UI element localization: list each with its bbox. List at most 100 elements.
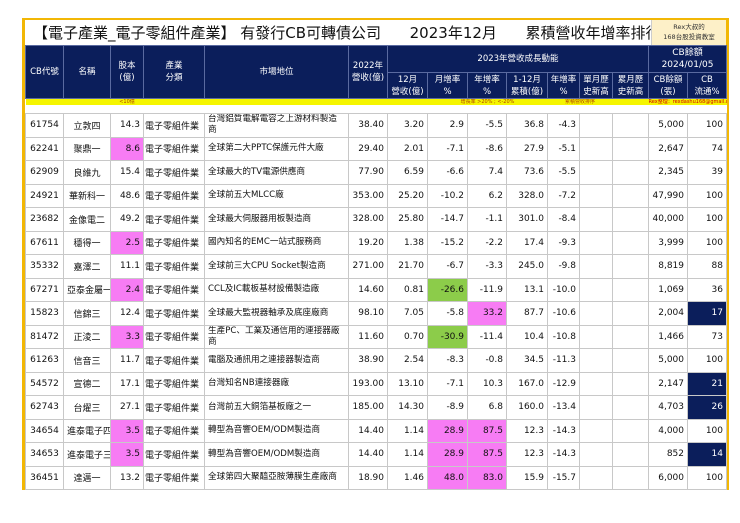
revenue-2022-cell: 19.20 xyxy=(348,230,388,255)
revenue-2022-cell: 29.40 xyxy=(348,136,388,161)
mom-growth-cell: 28.9 xyxy=(427,442,468,467)
table-row: 67611 穩得一 2.5 電子零組件業 國內知名的EMC一站式服務商 19.20 1.38… xyxy=(25,230,727,255)
yoy-growth-cell: 10.3 xyxy=(467,371,507,396)
cb-float-cell: 100 xyxy=(687,418,727,443)
cum-yoy-growth-cell: -14.3 xyxy=(547,418,580,443)
market-position-cell: 台灣鋁質電解電容之上游材料製造商 xyxy=(204,113,349,138)
market-position-cell: 全球第二大PPTC保護元件大廠 xyxy=(204,136,349,161)
note-contact: Rex整理：rexdashu168@gmail.com xyxy=(648,98,727,105)
cum-revenue-cell: 160.0 xyxy=(506,395,548,420)
author-line2: 168台股投資教室 xyxy=(663,33,715,41)
industry-cell: 電子零組件業 xyxy=(143,465,205,490)
dec-revenue-cell: 1.14 xyxy=(387,442,428,467)
table-row: 54572 宣德二 17.1 電子零組件業 台灣知名NB連接器廠 193.00 13.10-… xyxy=(25,371,727,396)
cb-balance-cell: 40,000 xyxy=(648,207,688,232)
yoy-growth-cell: 6.8 xyxy=(467,395,507,420)
capital-cell: 15.4 xyxy=(110,160,144,185)
market-position-cell: 國內知名的EMC一站式服務商 xyxy=(204,230,349,255)
yoy-growth-cell: 87.5 xyxy=(467,418,507,443)
revenue-2022-cell: 14.40 xyxy=(348,418,388,443)
yoy-growth-cell: 33.2 xyxy=(467,301,507,326)
name-cell: 信音三 xyxy=(63,348,111,373)
cum-month-high-cell xyxy=(612,324,649,349)
revenue-2022-cell: 193.00 xyxy=(348,371,388,396)
single-month-high-cell xyxy=(579,348,613,373)
cum-revenue-cell: 12.3 xyxy=(506,442,548,467)
page-title: 【電子產業_電子零組件產業】 有發行CB可轉債公司 2023年12月 累積營收年… xyxy=(33,24,661,42)
header-cb-float: CB 流通% xyxy=(687,72,727,99)
cb-balance-cell: 2,345 xyxy=(648,160,688,185)
cb-balance-cell: 5,000 xyxy=(648,113,688,138)
market-position-cell: 台灣知名NB連接器廠 xyxy=(204,371,349,396)
capital-cell: 17.1 xyxy=(110,371,144,396)
name-cell: 良維九 xyxy=(63,160,111,185)
single-month-high-cell xyxy=(579,277,613,302)
cum-month-high-cell xyxy=(612,371,649,396)
cum-month-high-cell xyxy=(612,442,649,467)
mom-growth-cell: -7.1 xyxy=(427,136,468,161)
industry-cell: 電子零組件業 xyxy=(143,183,205,208)
table-row: 61263 信音三 11.7 電子零組件業 電腦及通訊用之連接器製造商 38.90 2.54… xyxy=(25,348,727,373)
name-cell: 信錦三 xyxy=(63,301,111,326)
yoy-growth-cell: -5.5 xyxy=(467,113,507,138)
single-month-high-cell xyxy=(579,465,613,490)
cb-float-cell: 17 xyxy=(687,301,727,326)
cum-revenue-cell: 17.4 xyxy=(506,230,548,255)
table-row: 67271 亞泰金屬一 2.4 電子零組件業 CCL及IC載板基材設備製造廠 14.60 0… xyxy=(25,277,727,302)
table-row: 62743 台燿三 27.1 電子零組件業 台灣前五大銅箔基板廠之一 185.00 14.3… xyxy=(25,395,727,420)
mom-growth-cell: -26.6 xyxy=(427,277,468,302)
header-dec-revenue: 12月 營收(億) xyxy=(387,72,428,99)
cum-revenue-cell: 245.0 xyxy=(506,254,548,279)
cum-revenue-cell: 301.0 xyxy=(506,207,548,232)
yoy-growth-cell: 87.5 xyxy=(467,442,507,467)
single-month-high-cell xyxy=(579,230,613,255)
single-month-high-cell xyxy=(579,418,613,443)
cb-code-cell: 81472 xyxy=(25,324,64,349)
cb-balance-cell: 852 xyxy=(648,442,688,467)
cb-code-cell: 34654 xyxy=(25,418,64,443)
header-cum-revenue: 1-12月 累積(億) xyxy=(506,72,548,99)
table-row: 62241 聚鼎一 8.6 電子零組件業 全球第二大PPTC保護元件大廠 29.40 2.0… xyxy=(25,136,727,161)
cb-code-cell: 62241 xyxy=(25,136,64,161)
table-row: 15823 信錦三 12.4 電子零組件業 全球最大監視器軸承及底座廠商 98.10 7.0… xyxy=(25,301,727,326)
industry-cell: 電子零組件業 xyxy=(143,418,205,443)
name-cell: 嘉澤二 xyxy=(63,254,111,279)
cum-revenue-cell: 12.3 xyxy=(506,418,548,443)
table-row: 34654 進泰電子四 3.5 電子零組件業 轉型為音響OEM/ODM製造商 14.40 1… xyxy=(25,418,727,443)
single-month-high-cell xyxy=(579,395,613,420)
cb-balance-cell: 2,004 xyxy=(648,301,688,326)
single-month-high-cell xyxy=(579,371,613,396)
single-month-high-cell xyxy=(579,442,613,467)
revenue-2022-cell: 77.90 xyxy=(348,160,388,185)
author-badge: Rex大叔的 168台股投資教室 xyxy=(651,20,726,45)
cum-revenue-cell: 34.5 xyxy=(506,348,548,373)
dec-revenue-cell: 14.30 xyxy=(387,395,428,420)
cb-float-cell: 21 xyxy=(687,371,727,396)
market-position-cell: CCL及IC載板基材設備製造廠 xyxy=(204,277,349,302)
revenue-2022-cell: 271.00 xyxy=(348,254,388,279)
mom-growth-cell: -14.7 xyxy=(427,207,468,232)
cb-balance-cell: 47,990 xyxy=(648,183,688,208)
dec-revenue-cell: 1.46 xyxy=(387,465,428,490)
header-cum-month-high: 累月歷 史新高 xyxy=(612,72,649,99)
cb-balance-cell: 3,999 xyxy=(648,230,688,255)
cb-float-cell: 100 xyxy=(687,207,727,232)
table-row: 35332 嘉澤二 11.1 電子零組件業 全球前三大CPU Socket製造商 271.… xyxy=(25,254,727,279)
dec-revenue-cell: 2.54 xyxy=(387,348,428,373)
cb-balance-cell: 6,000 xyxy=(648,465,688,490)
dec-revenue-cell: 7.05 xyxy=(387,301,428,326)
cum-yoy-growth-cell: -15.7 xyxy=(547,465,580,490)
mom-growth-cell: -10.2 xyxy=(427,183,468,208)
industry-cell: 電子零組件業 xyxy=(143,136,205,161)
mom-growth-cell: -5.8 xyxy=(427,301,468,326)
yoy-growth-cell: 6.2 xyxy=(467,183,507,208)
mom-growth-cell: -8.9 xyxy=(427,395,468,420)
report-frame: 【電子產業_電子零組件產業】 有發行CB可轉債公司 2023年12月 累積營收年… xyxy=(22,18,729,490)
cum-month-high-cell xyxy=(612,348,649,373)
cum-yoy-growth-cell: -7.2 xyxy=(547,183,580,208)
mom-growth-cell: -7.1 xyxy=(427,371,468,396)
capital-cell: 3.5 xyxy=(110,442,144,467)
cum-month-high-cell xyxy=(612,465,649,490)
cum-revenue-cell: 15.9 xyxy=(506,465,548,490)
cb-code-cell: 62909 xyxy=(25,160,64,185)
